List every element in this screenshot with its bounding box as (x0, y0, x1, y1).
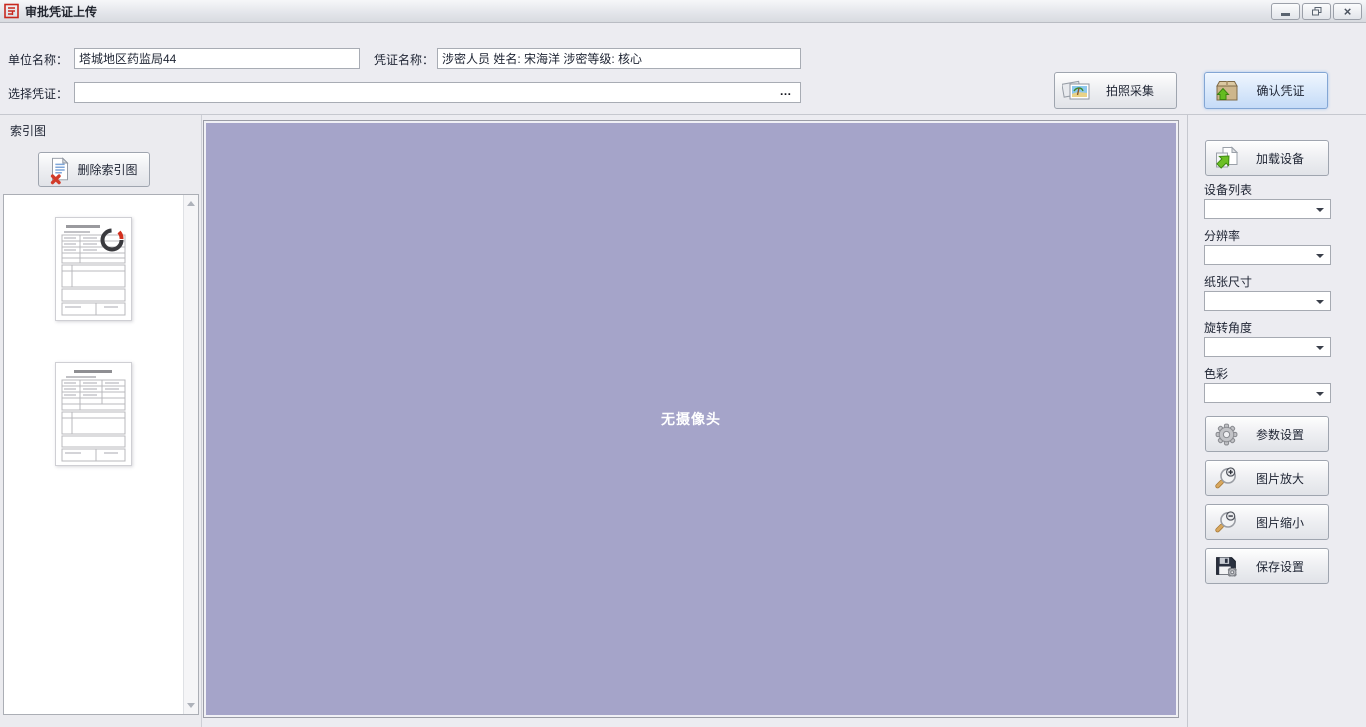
scroll-down-icon[interactable] (187, 703, 195, 708)
no-camera-message: 无摄像头 (661, 409, 721, 429)
zoom-out-icon (1213, 510, 1240, 535)
app-window: { "window": { "title": "审批凭证上传" }, "form… (0, 0, 1366, 727)
header-form: 单位名称： 凭证名称： 选择凭证： … 拍照采集 (0, 23, 1366, 115)
load-device-label: 加载设备 (1240, 150, 1328, 167)
confirm-voucher-button[interactable]: 确认凭证 (1204, 72, 1328, 109)
device-list-label: 设备列表 (1204, 181, 1252, 198)
capture-photo-label: 拍照采集 (1092, 82, 1176, 99)
chevron-down-icon (1316, 300, 1324, 304)
paper-size-dropdown[interactable] (1204, 291, 1331, 311)
camera-preview-area: 无摄像头 (204, 121, 1178, 717)
voucher-name-label: 凭证名称： (374, 51, 434, 68)
scroll-up-icon[interactable] (187, 201, 195, 206)
zoom-in-image-label: 图片放大 (1240, 470, 1328, 487)
restore-button[interactable] (1302, 3, 1331, 20)
device-list-dropdown[interactable] (1204, 199, 1331, 219)
browse-button[interactable]: … (776, 83, 796, 102)
minimize-button[interactable] (1271, 3, 1300, 20)
chevron-down-icon (1316, 392, 1324, 396)
resolution-label: 分辨率 (1204, 227, 1240, 244)
rotation-angle-label: 旋转角度 (1204, 319, 1252, 336)
save-settings-icon (1213, 554, 1240, 579)
unit-name-input[interactable] (74, 48, 360, 69)
title-bar: 审批凭证上传 × (0, 0, 1366, 23)
parameter-settings-label: 参数设置 (1240, 426, 1328, 443)
zoom-in-image-button[interactable]: 图片放大 (1205, 460, 1329, 496)
package-upload-icon (1212, 78, 1242, 104)
paper-size-label: 纸张尺寸 (1204, 273, 1252, 290)
unit-name-label: 单位名称： (8, 51, 68, 68)
delete-index-button[interactable]: 删除索引图 (38, 152, 150, 187)
chevron-down-icon (1316, 254, 1324, 258)
capture-photo-button[interactable]: 拍照采集 (1054, 72, 1177, 109)
zoom-out-image-label: 图片缩小 (1240, 514, 1328, 531)
photos-icon (1062, 78, 1092, 104)
select-voucher-input[interactable] (75, 83, 776, 102)
window-controls: × (1271, 3, 1362, 20)
save-settings-label: 保存设置 (1240, 558, 1328, 575)
zoom-in-icon (1213, 466, 1240, 491)
device-panel: 加载设备 设备列表 分辨率 纸张尺寸 旋转角度 色彩 (1187, 115, 1366, 727)
voucher-name-input[interactable] (437, 48, 801, 69)
app-seal-icon (4, 3, 20, 19)
index-panel-title: 索引图 (10, 122, 46, 139)
delete-document-icon (46, 155, 74, 185)
color-label: 色彩 (1204, 365, 1228, 382)
resolution-dropdown[interactable] (1204, 245, 1331, 265)
thumbnail-list[interactable] (3, 194, 199, 715)
gear-icon (1213, 422, 1240, 447)
close-button[interactable]: × (1333, 3, 1362, 20)
load-device-icon (1213, 145, 1240, 172)
close-icon: × (1344, 5, 1352, 18)
parameter-settings-button[interactable]: 参数设置 (1205, 416, 1329, 452)
rotation-angle-dropdown[interactable] (1204, 337, 1331, 357)
chevron-down-icon (1316, 346, 1324, 350)
thumbnail-list-scrollbar[interactable] (183, 195, 198, 714)
restore-icon (1312, 7, 1322, 16)
minimize-icon (1281, 13, 1290, 16)
document-thumbnail-2[interactable] (55, 362, 132, 466)
chevron-down-icon (1316, 208, 1324, 212)
confirm-voucher-label: 确认凭证 (1242, 82, 1327, 99)
load-device-button[interactable]: 加载设备 (1205, 140, 1329, 176)
zoom-out-image-button[interactable]: 图片缩小 (1205, 504, 1329, 540)
select-voucher-field: … (74, 82, 801, 103)
select-voucher-label: 选择凭证： (8, 85, 68, 102)
window-title: 审批凭证上传 (25, 3, 97, 20)
color-dropdown[interactable] (1204, 383, 1331, 403)
save-settings-button[interactable]: 保存设置 (1205, 548, 1329, 584)
document-thumbnail-1[interactable] (55, 217, 132, 321)
index-panel: 索引图 删除索引图 (0, 115, 202, 727)
delete-index-label: 删除索引图 (74, 161, 149, 178)
